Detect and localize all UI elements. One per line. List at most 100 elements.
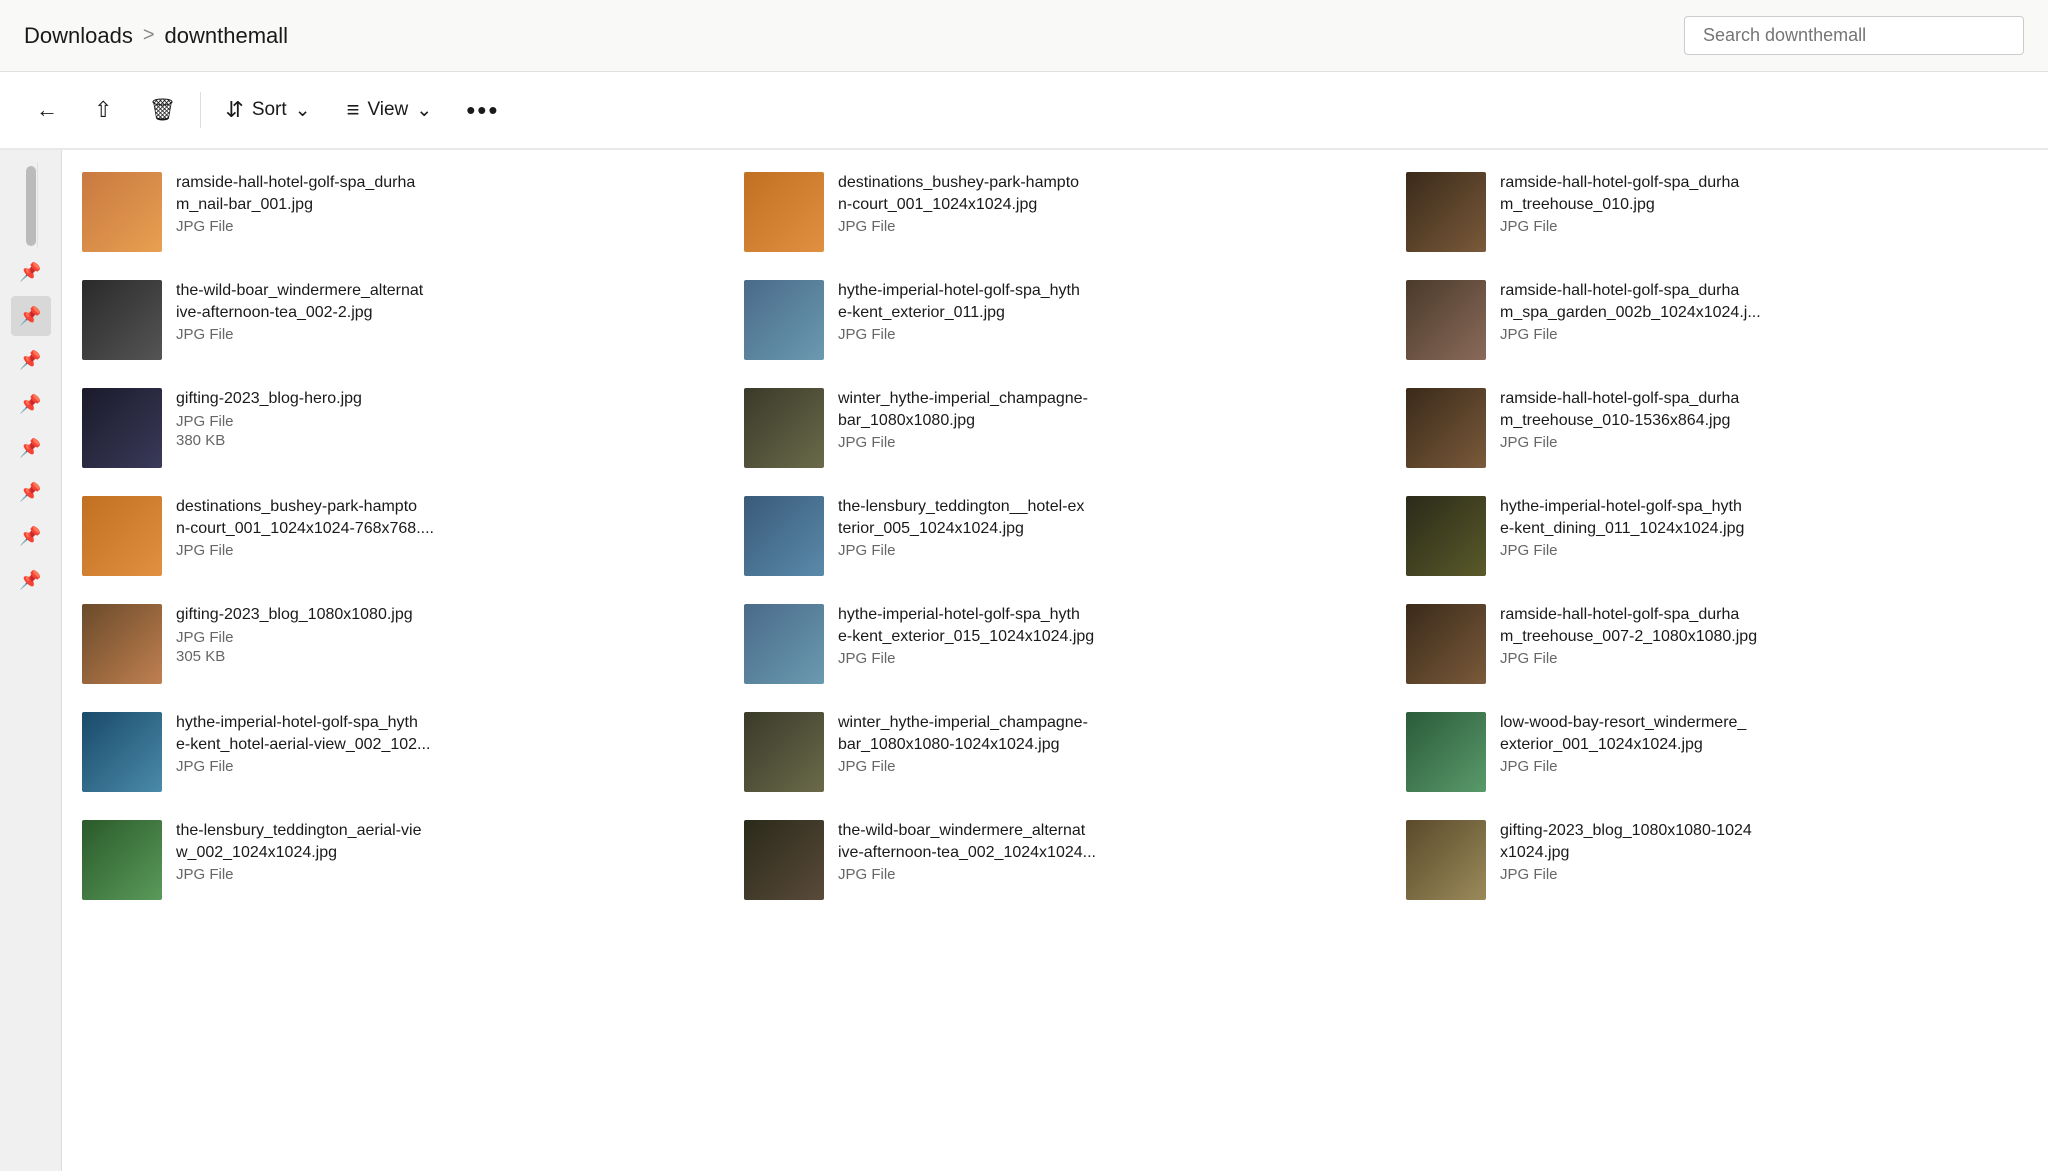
file-info: winter_hythe-imperial_champagne- bar_108… bbox=[838, 388, 1366, 451]
file-item[interactable]: hythe-imperial-hotel-golf-spa_hyth e-ken… bbox=[1386, 482, 2048, 590]
breadcrumb-home[interactable]: Downloads bbox=[24, 23, 133, 49]
file-thumbnail bbox=[1406, 604, 1486, 684]
sort-button[interactable]: ⇵ Sort ⌄ bbox=[207, 87, 328, 133]
file-info: destinations_bushey-park-hampto n-court_… bbox=[176, 496, 704, 559]
sidebar-pin-5[interactable]: 📌 bbox=[11, 428, 51, 468]
more-label: ••• bbox=[466, 95, 499, 126]
file-item[interactable]: the-wild-boar_windermere_alternat ive-af… bbox=[724, 806, 1386, 914]
sort-chevron-icon: ⌄ bbox=[295, 99, 311, 122]
file-thumbnail bbox=[744, 280, 824, 360]
sidebar-pin-4[interactable]: 📌 bbox=[11, 384, 51, 424]
file-type: JPG File bbox=[176, 629, 704, 646]
file-type: JPG File bbox=[1500, 650, 2028, 667]
file-size: 380 KB bbox=[176, 432, 704, 449]
file-thumbnail bbox=[744, 604, 824, 684]
file-name: the-wild-boar_windermere_alternat ive-af… bbox=[176, 280, 704, 323]
file-item[interactable]: winter_hythe-imperial_champagne- bar_108… bbox=[724, 374, 1386, 482]
main-layout: 📌 📌 📌 📌 📌 📌 📌 📌 ramside-hall-hotel-golf-… bbox=[0, 150, 2048, 1171]
sidebar-pin-3[interactable]: 📌 bbox=[11, 340, 51, 380]
file-thumbnail bbox=[82, 820, 162, 900]
file-type: JPG File bbox=[1500, 326, 2028, 343]
file-name: the-lensbury_teddington_aerial-vie w_002… bbox=[176, 820, 704, 863]
more-button[interactable]: ••• bbox=[450, 85, 515, 136]
file-info: ramside-hall-hotel-golf-spa_durha m_tree… bbox=[1500, 604, 2028, 667]
view-label: View bbox=[367, 99, 408, 121]
file-info: the-lensbury_teddington__hotel-ex terior… bbox=[838, 496, 1366, 559]
file-thumbnail bbox=[1406, 388, 1486, 468]
file-name: ramside-hall-hotel-golf-spa_durha m_tree… bbox=[1500, 172, 2028, 215]
file-item[interactable]: gifting-2023_blog_1080x1080-1024 x1024.j… bbox=[1386, 806, 2048, 914]
sort-label: Sort bbox=[252, 99, 287, 121]
sidebar-pin-2[interactable]: 📌 bbox=[11, 296, 51, 336]
file-name: the-wild-boar_windermere_alternat ive-af… bbox=[838, 820, 1366, 863]
file-info: low-wood-bay-resort_windermere_ exterior… bbox=[1500, 712, 2028, 775]
file-item[interactable]: hythe-imperial-hotel-golf-spa_hyth e-ken… bbox=[724, 266, 1386, 374]
file-name: ramside-hall-hotel-golf-spa_durha m_spa_… bbox=[1500, 280, 2028, 323]
file-item[interactable]: hythe-imperial-hotel-golf-spa_hyth e-ken… bbox=[724, 590, 1386, 698]
sidebar-pin-8[interactable]: 📌 bbox=[11, 560, 51, 600]
file-name: hythe-imperial-hotel-golf-spa_hyth e-ken… bbox=[838, 280, 1366, 323]
scrollbar-track bbox=[24, 162, 38, 248]
file-item[interactable]: ramside-hall-hotel-golf-spa_durha m_tree… bbox=[1386, 158, 2048, 266]
delete-button[interactable]: 🗑 bbox=[130, 87, 194, 133]
file-thumbnail bbox=[82, 280, 162, 360]
file-item[interactable]: winter_hythe-imperial_champagne- bar_108… bbox=[724, 698, 1386, 806]
file-thumbnail bbox=[744, 712, 824, 792]
file-info: the-wild-boar_windermere_alternat ive-af… bbox=[176, 280, 704, 343]
file-item[interactable]: destinations_bushey-park-hampto n-court_… bbox=[62, 482, 724, 590]
file-item[interactable]: ramside-hall-hotel-golf-spa_durha m_nail… bbox=[62, 158, 724, 266]
file-item[interactable]: ramside-hall-hotel-golf-spa_durha m_tree… bbox=[1386, 590, 2048, 698]
file-name: winter_hythe-imperial_champagne- bar_108… bbox=[838, 712, 1366, 755]
file-type: JPG File bbox=[1500, 434, 2028, 451]
file-thumbnail bbox=[82, 712, 162, 792]
file-type: JPG File bbox=[176, 413, 704, 430]
scrollbar-thumb[interactable] bbox=[26, 166, 36, 246]
file-grid: ramside-hall-hotel-golf-spa_durha m_nail… bbox=[62, 158, 2048, 914]
file-info: gifting-2023_blog_1080x1080.jpgJPG File3… bbox=[176, 604, 704, 665]
back-button[interactable]: ← bbox=[18, 87, 76, 133]
trash-icon: 🗑 bbox=[148, 97, 176, 123]
file-type: JPG File bbox=[838, 542, 1366, 559]
toolbar: ← ⇧ 🗑 ⇵ Sort ⌄ ≡ View ⌄ ••• bbox=[0, 72, 2048, 150]
share-icon: ⇧ bbox=[94, 97, 112, 123]
file-item[interactable]: the-wild-boar_windermere_alternat ive-af… bbox=[62, 266, 724, 374]
file-item[interactable]: low-wood-bay-resort_windermere_ exterior… bbox=[1386, 698, 2048, 806]
file-item[interactable]: the-lensbury_teddington__hotel-ex terior… bbox=[724, 482, 1386, 590]
file-info: ramside-hall-hotel-golf-spa_durha m_tree… bbox=[1500, 172, 2028, 235]
file-info: destinations_bushey-park-hampto n-court_… bbox=[838, 172, 1366, 235]
file-thumbnail bbox=[1406, 496, 1486, 576]
file-item[interactable]: gifting-2023_blog_1080x1080.jpgJPG File3… bbox=[62, 590, 724, 698]
file-item[interactable]: the-lensbury_teddington_aerial-vie w_002… bbox=[62, 806, 724, 914]
file-type: JPG File bbox=[838, 218, 1366, 235]
file-item[interactable]: hythe-imperial-hotel-golf-spa_hyth e-ken… bbox=[62, 698, 724, 806]
file-item[interactable]: destinations_bushey-park-hampto n-court_… bbox=[724, 158, 1386, 266]
file-info: hythe-imperial-hotel-golf-spa_hyth e-ken… bbox=[176, 712, 704, 775]
sidebar-pin-6[interactable]: 📌 bbox=[11, 472, 51, 512]
share-button[interactable]: ⇧ bbox=[76, 87, 130, 133]
search-input[interactable] bbox=[1684, 16, 2024, 55]
file-thumbnail bbox=[744, 820, 824, 900]
file-info: winter_hythe-imperial_champagne- bar_108… bbox=[838, 712, 1366, 775]
file-type: JPG File bbox=[176, 866, 704, 883]
file-thumbnail bbox=[744, 496, 824, 576]
file-thumbnail bbox=[1406, 280, 1486, 360]
file-item[interactable]: ramside-hall-hotel-golf-spa_durha m_tree… bbox=[1386, 374, 2048, 482]
file-item[interactable]: gifting-2023_blog-hero.jpgJPG File380 KB bbox=[62, 374, 724, 482]
file-thumbnail bbox=[82, 496, 162, 576]
back-icon: ← bbox=[36, 97, 58, 123]
file-info: gifting-2023_blog_1080x1080-1024 x1024.j… bbox=[1500, 820, 2028, 883]
file-thumbnail bbox=[1406, 712, 1486, 792]
file-type: JPG File bbox=[176, 326, 704, 343]
content-area: ramside-hall-hotel-golf-spa_durha m_nail… bbox=[62, 150, 2048, 1171]
file-name: the-lensbury_teddington__hotel-ex terior… bbox=[838, 496, 1366, 539]
sidebar-pin-1[interactable]: 📌 bbox=[11, 252, 51, 292]
view-button[interactable]: ≡ View ⌄ bbox=[329, 87, 451, 133]
file-thumbnail bbox=[1406, 172, 1486, 252]
sidebar-pin-7[interactable]: 📌 bbox=[11, 516, 51, 556]
file-thumbnail bbox=[744, 388, 824, 468]
file-item[interactable]: ramside-hall-hotel-golf-spa_durha m_spa_… bbox=[1386, 266, 2048, 374]
file-name: destinations_bushey-park-hampto n-court_… bbox=[838, 172, 1366, 215]
file-name: hythe-imperial-hotel-golf-spa_hyth e-ken… bbox=[838, 604, 1366, 647]
file-info: gifting-2023_blog-hero.jpgJPG File380 KB bbox=[176, 388, 704, 449]
file-type: JPG File bbox=[1500, 866, 2028, 883]
